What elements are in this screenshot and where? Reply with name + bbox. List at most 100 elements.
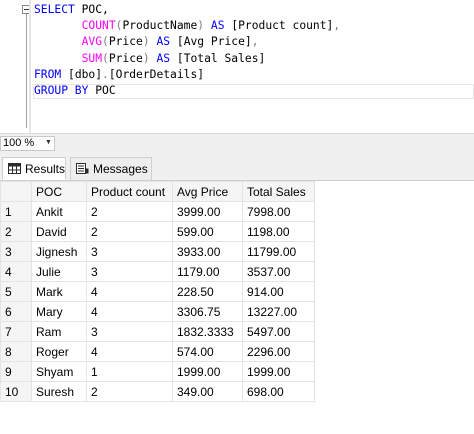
outline-fold-line <box>26 14 27 128</box>
cell-poc[interactable]: Suresh <box>31 381 87 402</box>
code-line-3: AVG(Price) AS [Avg Price], <box>34 35 259 48</box>
editor-status-strip: 100 % ▼ <box>0 133 474 153</box>
table-row[interactable]: 3 Jignesh 3 3933.00 11799.00 <box>0 241 315 262</box>
row-number[interactable]: 8 <box>0 341 32 362</box>
cell-poc[interactable]: Ram <box>31 321 87 342</box>
code-line-4: SUM(Price) AS [Total Sales] <box>34 51 266 65</box>
function-count: COUNT <box>81 19 116 33</box>
cell-product-count[interactable]: 2 <box>86 381 173 402</box>
row-number[interactable]: 10 <box>0 381 32 402</box>
dot-separator: . <box>102 67 109 81</box>
cell-avg-price[interactable]: 3306.75 <box>172 301 243 322</box>
comma: , <box>251 35 259 49</box>
keyword-group-by: GROUP BY <box>34 84 89 98</box>
table-row[interactable]: 5 Mark 4 228.50 914.00 <box>0 281 315 302</box>
table-row[interactable]: 8 Roger 4 574.00 2296.00 <box>0 341 315 362</box>
comma: , <box>333 19 341 33</box>
header-row: POC Product count Avg Price Total Sales <box>0 181 315 202</box>
cell-total-sales[interactable]: 3537.00 <box>242 261 315 282</box>
column-header-avg-price[interactable]: Avg Price <box>172 181 243 202</box>
cell-product-count[interactable]: 3 <box>86 241 173 262</box>
table-row[interactable]: 7 Ram 3 1832.3333 5497.00 <box>0 321 315 342</box>
cell-avg-price[interactable]: 1832.3333 <box>172 321 243 342</box>
cell-total-sales[interactable]: 5497.00 <box>242 321 315 342</box>
chevron-down-icon[interactable]: ▼ <box>45 136 52 149</box>
table-row[interactable]: 10 Suresh 2 349.00 698.00 <box>0 381 315 402</box>
row-number[interactable]: 7 <box>0 321 32 342</box>
line-gutter <box>0 0 21 133</box>
cell-total-sales[interactable]: 7998.00 <box>242 201 315 222</box>
group-by-column: POC <box>88 84 116 98</box>
cell-total-sales[interactable]: 1999.00 <box>242 361 315 382</box>
cell-product-count[interactable]: 2 <box>86 201 173 222</box>
tab-results-label: Results <box>25 162 66 176</box>
keyword-from: FROM <box>34 67 62 81</box>
tab-results[interactable]: Results <box>2 157 66 180</box>
paren-open: ( <box>102 51 109 65</box>
cell-total-sales[interactable]: 698.00 <box>242 381 315 402</box>
results-grid[interactable]: POC Product count Avg Price Total Sales … <box>0 181 474 402</box>
column-header-poc[interactable]: POC <box>31 181 87 202</box>
cell-total-sales[interactable]: 2296.00 <box>242 341 315 362</box>
cell-product-count[interactable]: 4 <box>86 301 173 322</box>
cell-poc[interactable]: Ankit <box>31 201 87 222</box>
cell-product-count[interactable]: 3 <box>86 321 173 342</box>
column-header-product-count[interactable]: Product count <box>86 181 173 202</box>
function-sum: SUM <box>81 51 103 65</box>
table-row[interactable]: 6 Mary 4 3306.75 13227.00 <box>0 301 315 322</box>
function-avg: AVG <box>81 35 103 49</box>
row-number[interactable]: 1 <box>0 201 32 222</box>
table-row[interactable]: 1 Ankit 2 3999.00 7998.00 <box>0 201 315 222</box>
cell-avg-price[interactable]: 349.00 <box>172 381 243 402</box>
cell-total-sales[interactable]: 1198.00 <box>242 221 315 242</box>
cell-avg-price[interactable]: 3999.00 <box>172 201 243 222</box>
cell-total-sales[interactable]: 13227.00 <box>242 301 315 322</box>
keyword-as: AS <box>156 51 171 65</box>
row-number[interactable]: 4 <box>0 261 32 282</box>
keyword-as: AS <box>210 19 225 33</box>
horizontal-scrollbar[interactable] <box>57 136 474 151</box>
cell-product-count[interactable]: 4 <box>86 281 173 302</box>
cell-product-count[interactable]: 1 <box>86 361 173 382</box>
cell-avg-price[interactable]: 1179.00 <box>172 261 243 282</box>
row-number[interactable]: 5 <box>0 281 32 302</box>
keyword-select: SELECT <box>34 3 75 16</box>
cell-poc[interactable]: Mark <box>31 281 87 302</box>
cell-product-count[interactable]: 3 <box>86 261 173 282</box>
table-row[interactable]: 9 Shyam 1 1999.00 1999.00 <box>0 361 315 382</box>
table-name: [OrderDetails] <box>108 67 205 81</box>
tab-messages[interactable]: Messages <box>70 157 152 180</box>
row-number[interactable]: 3 <box>0 241 32 262</box>
cell-product-count[interactable]: 2 <box>86 221 173 242</box>
cell-total-sales[interactable]: 11799.00 <box>242 241 315 262</box>
row-number[interactable]: 9 <box>0 361 32 382</box>
cell-poc[interactable]: Julie <box>31 261 87 282</box>
query-editor[interactable]: SELECT POC, COUNT(ProductName) AS [Produ… <box>0 0 474 133</box>
code-line-6: GROUP BY POC <box>34 84 116 97</box>
cell-avg-price[interactable]: 3933.00 <box>172 241 243 262</box>
row-number[interactable]: 6 <box>0 301 32 322</box>
sql-code[interactable]: SELECT POC, COUNT(ProductName) AS [Produ… <box>34 2 340 99</box>
cell-poc[interactable]: Mary <box>31 301 87 322</box>
row-number[interactable]: 2 <box>0 221 32 242</box>
cell-poc[interactable]: Shyam <box>31 361 87 382</box>
cell-poc[interactable]: David <box>31 221 87 242</box>
cell-avg-price[interactable]: 574.00 <box>172 341 243 362</box>
function-arg: ProductName <box>122 19 198 33</box>
column-header-total-sales[interactable]: Total Sales <box>242 181 315 202</box>
paren-close: ) <box>197 19 205 33</box>
cell-poc[interactable]: Roger <box>31 341 87 362</box>
function-arg: Price <box>108 35 143 49</box>
results-table: POC Product count Avg Price Total Sales … <box>0 181 315 402</box>
cell-poc[interactable]: Jignesh <box>31 241 87 262</box>
table-row[interactable]: 2 David 2 599.00 1198.00 <box>0 221 315 242</box>
cell-avg-price[interactable]: 228.50 <box>172 281 243 302</box>
cell-total-sales[interactable]: 914.00 <box>242 281 315 302</box>
cell-avg-price[interactable]: 599.00 <box>172 221 243 242</box>
table-row[interactable]: 4 Julie 3 1179.00 3537.00 <box>0 261 315 282</box>
paren-close: ) <box>142 35 150 49</box>
messages-icon <box>76 163 89 174</box>
cell-avg-price[interactable]: 1999.00 <box>172 361 243 382</box>
row-number-header[interactable] <box>0 181 32 202</box>
cell-product-count[interactable]: 4 <box>86 341 173 362</box>
